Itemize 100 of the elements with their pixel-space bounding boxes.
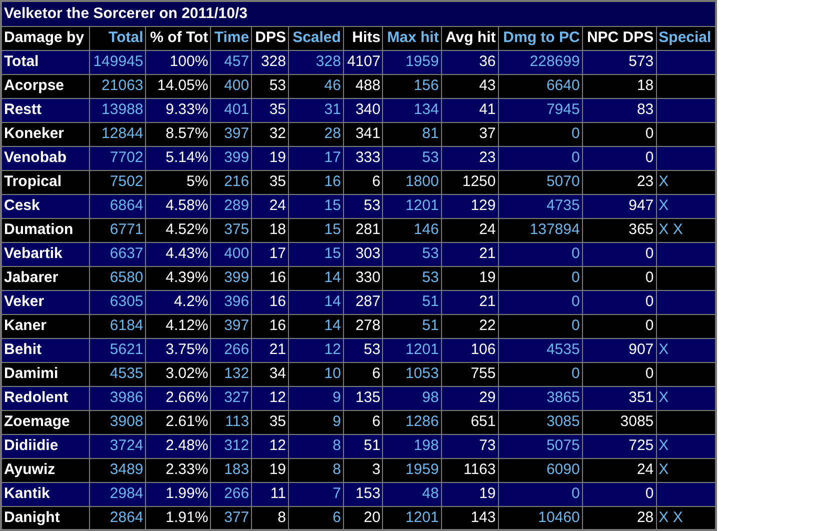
value-link[interactable]: 6305 (89, 290, 146, 314)
value-link[interactable]: 15 (288, 218, 344, 242)
value-link[interactable]: 289 (210, 194, 252, 218)
x-marker-link[interactable]: X (656, 338, 716, 362)
value-link[interactable]: 9 (288, 410, 344, 434)
value-link[interactable]: 113 (210, 410, 252, 434)
value-link[interactable]: 328 (288, 50, 344, 74)
value-link[interactable]: 28 (288, 122, 344, 146)
value-link[interactable]: 6640 (498, 74, 582, 98)
value-link[interactable]: 400 (210, 74, 252, 98)
column-sort-link[interactable]: Dmg to PC (498, 26, 582, 50)
value-link[interactable]: 2984 (89, 482, 146, 506)
value-link[interactable]: 7 (288, 482, 344, 506)
value-link[interactable]: 1201 (382, 338, 442, 362)
value-link[interactable]: 1959 (382, 458, 442, 482)
value-link[interactable]: 4735 (498, 194, 582, 218)
value-link[interactable]: 1053 (382, 362, 442, 386)
value-link[interactable]: 13988 (89, 98, 146, 122)
value-link[interactable]: 6771 (89, 218, 146, 242)
value-link[interactable]: 3724 (89, 434, 146, 458)
value-link[interactable]: 1201 (382, 194, 442, 218)
value-link[interactable]: 53 (382, 146, 442, 170)
value-link[interactable]: 0 (498, 290, 582, 314)
value-link[interactable]: 3865 (498, 386, 582, 410)
x-marker-link[interactable]: X (656, 386, 716, 410)
value-link[interactable]: 10 (288, 362, 344, 386)
value-link[interactable]: 137894 (498, 218, 582, 242)
value-link[interactable]: 5621 (89, 338, 146, 362)
value-link[interactable]: 1286 (382, 410, 442, 434)
value-link[interactable]: 15 (288, 242, 344, 266)
value-link[interactable]: 14 (288, 266, 344, 290)
value-link[interactable]: 6580 (89, 266, 146, 290)
value-link[interactable]: 156 (382, 74, 442, 98)
value-link[interactable]: 48 (382, 482, 442, 506)
value-link[interactable]: 132 (210, 362, 252, 386)
value-link[interactable]: 16 (288, 170, 344, 194)
value-link[interactable]: 53 (382, 266, 442, 290)
value-link[interactable]: 0 (498, 242, 582, 266)
value-link[interactable]: 399 (210, 266, 252, 290)
value-link[interactable]: 0 (498, 266, 582, 290)
value-link[interactable]: 149945 (89, 50, 146, 74)
value-link[interactable]: 0 (498, 122, 582, 146)
value-link[interactable]: 14 (288, 290, 344, 314)
value-link[interactable]: 198 (382, 434, 442, 458)
value-link[interactable]: 17 (288, 146, 344, 170)
column-sort-link[interactable]: Max hit (382, 26, 442, 50)
value-link[interactable]: 51 (382, 314, 442, 338)
value-link[interactable]: 12 (288, 338, 344, 362)
column-sort-link[interactable]: Total (89, 26, 146, 50)
value-link[interactable]: 400 (210, 242, 252, 266)
value-link[interactable]: 6864 (89, 194, 146, 218)
column-sort-link[interactable]: Special (656, 26, 716, 50)
value-link[interactable]: 3085 (498, 410, 582, 434)
value-link[interactable]: 8 (288, 458, 344, 482)
value-link[interactable]: 81 (382, 122, 442, 146)
value-link[interactable]: 46 (288, 74, 344, 98)
value-link[interactable]: 5070 (498, 170, 582, 194)
value-link[interactable]: 183 (210, 458, 252, 482)
value-link[interactable]: 6090 (498, 458, 582, 482)
value-link[interactable]: 401 (210, 98, 252, 122)
column-sort-link[interactable]: Scaled (288, 26, 344, 50)
value-link[interactable]: 9 (288, 386, 344, 410)
value-link[interactable]: 3908 (89, 410, 146, 434)
value-link[interactable]: 266 (210, 338, 252, 362)
value-link[interactable]: 51 (382, 290, 442, 314)
value-link[interactable]: 228699 (498, 50, 582, 74)
value-link[interactable]: 21063 (89, 74, 146, 98)
value-link[interactable]: 1959 (382, 50, 442, 74)
value-link[interactable]: 396 (210, 290, 252, 314)
x-marker-link[interactable]: X (656, 434, 716, 458)
value-link[interactable]: 146 (382, 218, 442, 242)
value-link[interactable]: 14 (288, 314, 344, 338)
value-link[interactable]: 397 (210, 122, 252, 146)
value-link[interactable]: 7702 (89, 146, 146, 170)
value-link[interactable]: 457 (210, 50, 252, 74)
value-link[interactable]: 312 (210, 434, 252, 458)
value-link[interactable]: 216 (210, 170, 252, 194)
value-link[interactable]: 1800 (382, 170, 442, 194)
value-link[interactable]: 98 (382, 386, 442, 410)
value-link[interactable]: 8 (288, 434, 344, 458)
value-link[interactable]: 4535 (498, 338, 582, 362)
value-link[interactable]: 134 (382, 98, 442, 122)
value-link[interactable]: 4535 (89, 362, 146, 386)
value-link[interactable]: 3489 (89, 458, 146, 482)
value-link[interactable]: 0 (498, 482, 582, 506)
value-link[interactable]: 6184 (89, 314, 146, 338)
value-link[interactable]: 7502 (89, 170, 146, 194)
value-link[interactable]: 12844 (89, 122, 146, 146)
value-link[interactable]: 0 (498, 362, 582, 386)
value-link[interactable]: 0 (498, 314, 582, 338)
value-link[interactable]: 15 (288, 194, 344, 218)
x-marker-link[interactable]: X (656, 194, 716, 218)
value-link[interactable]: 53 (382, 242, 442, 266)
value-link[interactable]: 31 (288, 98, 344, 122)
value-link[interactable]: 5075 (498, 434, 582, 458)
value-link[interactable]: 7945 (498, 98, 582, 122)
value-link[interactable]: 327 (210, 386, 252, 410)
value-link[interactable]: 6637 (89, 242, 146, 266)
value-link[interactable]: 266 (210, 482, 252, 506)
value-link[interactable]: 375 (210, 218, 252, 242)
